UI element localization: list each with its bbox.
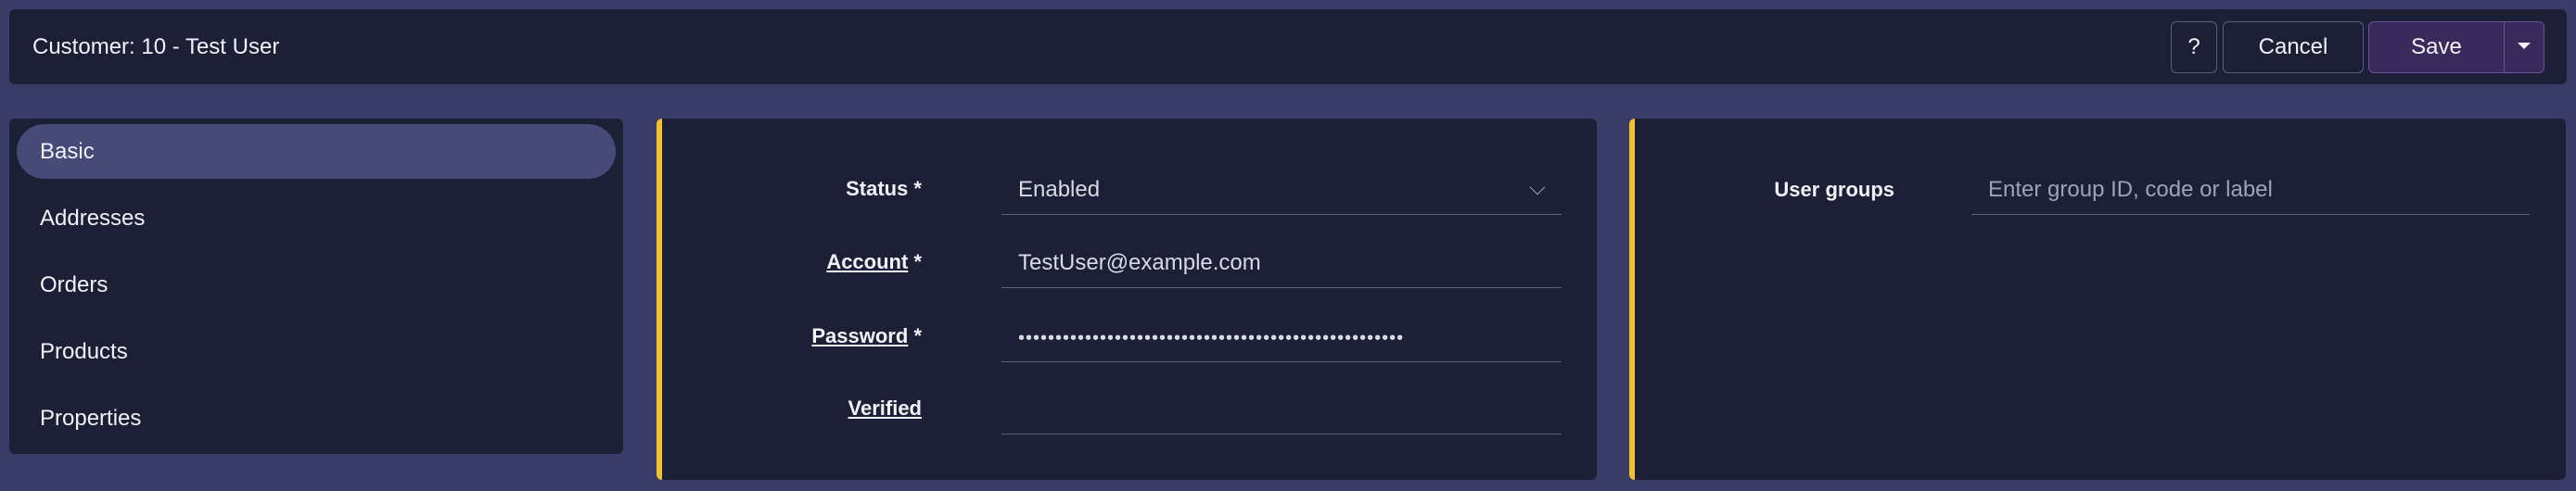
password-label: Password *	[755, 318, 922, 355]
account-value: TestUser@example.com	[1018, 250, 1261, 275]
user-groups-input[interactable]: Enter group ID, code or label	[1971, 165, 2530, 215]
save-menu-button[interactable]	[2504, 21, 2544, 73]
password-field[interactable]: ••••••••••••••••••••••••••••••••••••••••…	[1001, 312, 1562, 362]
cancel-button[interactable]: Cancel	[2223, 21, 2364, 73]
account-required-mark: *	[913, 250, 922, 273]
status-select[interactable]: Enabled	[1001, 165, 1562, 215]
password-required-mark: *	[913, 324, 922, 347]
caret-down-icon	[2518, 43, 2531, 50]
user-groups-panel: User groups Enter group ID, code or labe…	[1629, 119, 2566, 480]
status-value: Enabled	[1018, 177, 1101, 202]
password-label-text: Password	[811, 324, 909, 347]
help-button[interactable]: ?	[2171, 21, 2217, 73]
sidebar-item-orders[interactable]: Orders	[17, 258, 616, 312]
verified-label: Verified	[755, 390, 922, 427]
password-value: ••••••••••••••••••••••••••••••••••••••••…	[1018, 328, 1405, 348]
page-title: Customer: 10 - Test User	[32, 34, 280, 59]
status-label: Status *	[846, 177, 922, 200]
sidebar-item-basic[interactable]: Basic	[17, 124, 616, 179]
sidebar-item-properties[interactable]: Properties	[17, 391, 616, 446]
verified-label-text: Verified	[848, 397, 922, 420]
sidebar-item-products[interactable]: Products	[17, 324, 616, 379]
save-button[interactable]: Save	[2368, 21, 2505, 73]
chevron-down-icon	[1529, 179, 1546, 195]
sidebar-item-addresses[interactable]: Addresses	[17, 191, 616, 246]
account-field[interactable]: TestUser@example.com	[1001, 238, 1562, 288]
verified-field[interactable]	[1001, 384, 1562, 434]
page-header: Customer: 10 - Test User ? Cancel Save	[9, 9, 2567, 84]
user-groups-label: User groups	[1774, 178, 1894, 201]
sidebar: Basic Addresses Orders Products Properti…	[9, 119, 623, 454]
user-groups-placeholder: Enter group ID, code or label	[1988, 177, 2273, 202]
account-label-text: Account	[826, 250, 909, 273]
basic-form-panel: Status * Enabled Account * TestUser@exam…	[657, 119, 1597, 480]
account-label: Account *	[755, 244, 922, 281]
